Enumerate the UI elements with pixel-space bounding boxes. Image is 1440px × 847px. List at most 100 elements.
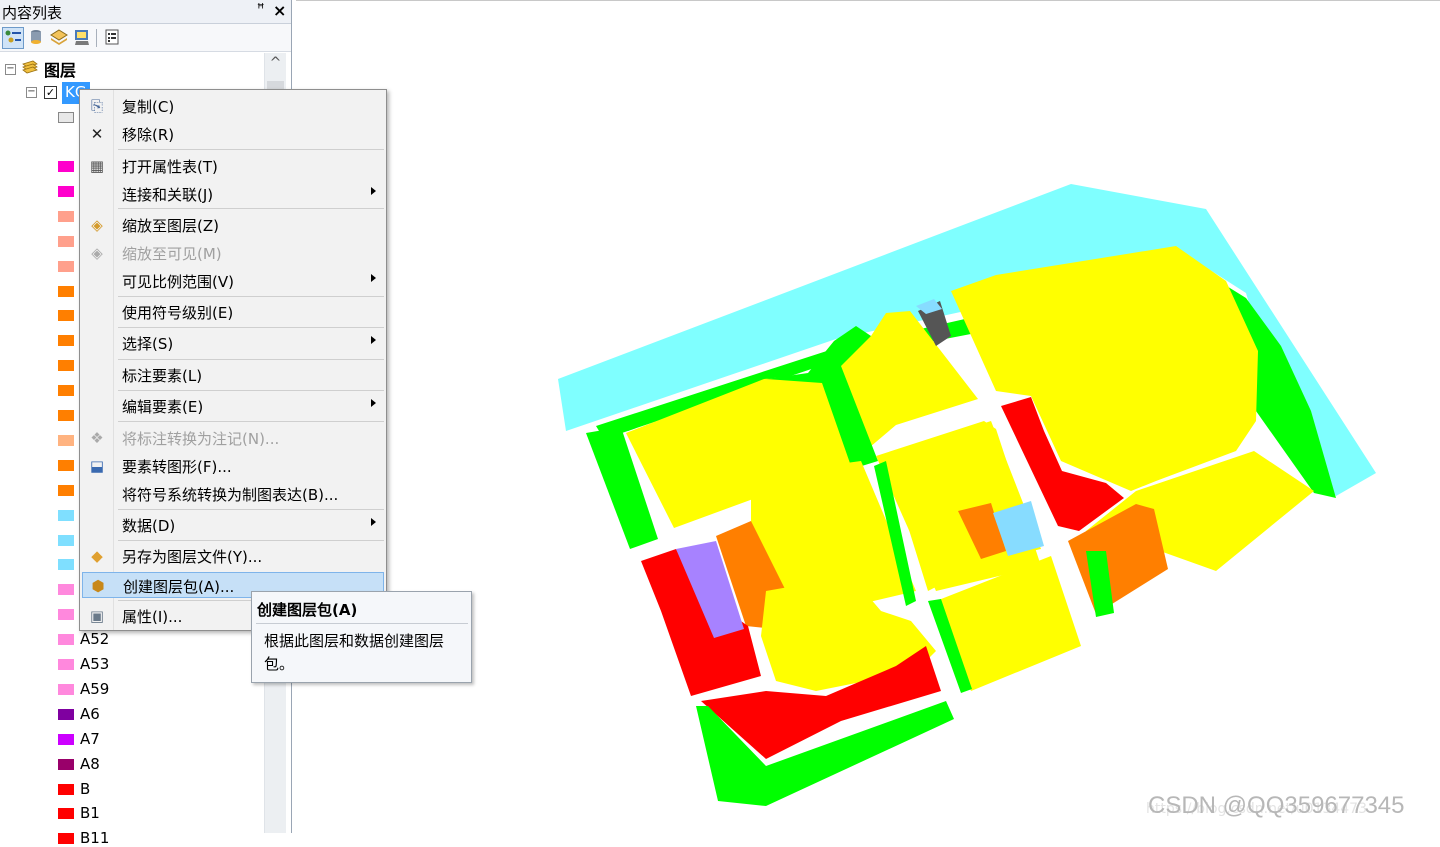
legend-swatch[interactable] <box>58 385 74 397</box>
menu-item-label: 创建图层包(A)... <box>123 578 235 596</box>
menu-item[interactable]: 标注要素(L) <box>82 362 384 388</box>
legend-swatch[interactable] <box>58 808 74 820</box>
menu-item[interactable]: 连接和关联(J) <box>82 181 384 207</box>
legend-swatch[interactable] <box>58 335 74 347</box>
features-to-graphics-icon: ⬓ <box>89 457 105 475</box>
menu-item-label: 移除(R) <box>122 126 175 144</box>
legend-swatch[interactable] <box>58 634 74 646</box>
legend-label: A7 <box>80 729 100 748</box>
menu-item-label: 数据(D) <box>122 517 176 535</box>
menu-item-label: 选择(S) <box>122 335 174 353</box>
legend-swatch[interactable] <box>58 260 74 272</box>
collapse-layers-icon[interactable]: − <box>5 64 16 75</box>
legend-swatch[interactable] <box>58 410 74 421</box>
legend-swatch[interactable] <box>58 310 74 322</box>
zoom-to-visible-icon: ◈ <box>91 244 103 262</box>
legend-label: A6 <box>80 704 100 723</box>
legend-label: A52 <box>80 630 110 649</box>
submenu-arrow-icon <box>371 336 376 344</box>
legend-swatch[interactable] <box>58 708 74 720</box>
map-view[interactable]: https://blog.csdn.net/u0134473 CSDN @QQ3… <box>296 0 1440 833</box>
list-by-selection-icon[interactable] <box>72 27 94 49</box>
legend-label: B11 <box>80 829 110 847</box>
menu-item[interactable]: ⎘ 复制(C) <box>82 93 384 119</box>
toolbar-separator <box>96 29 97 47</box>
menu-separator <box>118 296 384 297</box>
zoom-to-layer-icon: ◈ <box>91 216 103 234</box>
menu-item-label: 复制(C) <box>122 98 175 116</box>
toc-toolbar <box>0 24 291 52</box>
legend-swatch[interactable] <box>58 783 74 795</box>
menu-item[interactable]: ▦ 打开属性表(T) <box>82 153 384 179</box>
toc-titlebar: 内容列表 ꟸ × <box>0 0 291 24</box>
menu-item[interactable]: ❖ 将标注转换为注记(N)... <box>82 425 384 451</box>
menu-item[interactable]: ⬓ 要素转图形(F)... <box>82 453 384 479</box>
menu-item[interactable]: ◈ 缩放至可见(M) <box>82 240 384 266</box>
scroll-up-icon[interactable]: ^ <box>265 55 286 77</box>
legend-swatch[interactable] <box>58 285 74 297</box>
save-layer-file-icon: ◆ <box>91 547 103 565</box>
collapse-layer-icon[interactable]: − <box>26 87 37 98</box>
legend-swatch[interactable] <box>58 683 74 695</box>
list-by-visibility-icon[interactable] <box>49 27 71 49</box>
legend-swatch-default <box>58 112 74 123</box>
menu-item-label: 打开属性表(T) <box>122 158 218 176</box>
legend-swatch[interactable] <box>58 534 74 546</box>
options-icon[interactable] <box>102 27 124 49</box>
menu-item[interactable]: ◈ 缩放至图层(Z) <box>82 212 384 238</box>
menu-item[interactable]: ◆ 另存为图层文件(Y)... <box>82 543 384 569</box>
legend-swatch[interactable] <box>58 434 74 446</box>
menu-item[interactable]: 选择(S) <box>82 330 384 356</box>
convert-labels-icon: ❖ <box>90 429 104 447</box>
menu-item-label: 使用符号级别(E) <box>122 304 234 322</box>
legend-swatch[interactable] <box>58 360 74 372</box>
legend-swatch[interactable] <box>58 185 74 197</box>
tooltip-title: 创建图层包(A) <box>257 601 358 619</box>
menu-item[interactable]: ✕ 移除(R) <box>82 121 384 147</box>
toc-title: 内容列表 <box>2 4 63 22</box>
menu-tooltip: 创建图层包(A) 根据此图层和数据创建图层包。 <box>251 591 472 683</box>
legend-swatch[interactable] <box>58 733 74 745</box>
list-by-drawing-order-icon[interactable] <box>2 27 24 49</box>
legend-swatch[interactable] <box>58 161 74 172</box>
layers-icon <box>21 60 39 74</box>
close-icon[interactable]: × <box>273 1 286 20</box>
legend-swatch[interactable] <box>58 235 74 247</box>
menu-item-label: 可见比例范围(V) <box>122 273 234 291</box>
menu-item-label: 将符号系统转换为制图表达(B)... <box>122 486 339 504</box>
menu-item-label: 标注要素(L) <box>122 367 203 385</box>
legend-label: A8 <box>80 754 100 773</box>
legend-swatch[interactable] <box>58 484 74 496</box>
layer-visibility-checkbox[interactable]: ✓ <box>44 86 57 99</box>
create-layer-package-icon: ⬢ <box>91 577 105 595</box>
submenu-arrow-icon <box>371 518 376 526</box>
pin-icon[interactable]: ꟸ <box>257 2 265 17</box>
menu-item-label: 属性(I)... <box>122 608 183 626</box>
legend-swatch[interactable] <box>58 509 74 521</box>
submenu-arrow-icon <box>371 274 376 282</box>
menu-item-label: 将标注转换为注记(N)... <box>122 430 280 448</box>
menu-item[interactable]: 数据(D) <box>82 512 384 538</box>
legend-swatch[interactable] <box>58 833 74 845</box>
menu-item[interactable]: 将符号系统转换为制图表达(B)... <box>82 481 384 507</box>
menu-item-label: 缩放至可见(M) <box>122 245 222 263</box>
submenu-arrow-icon <box>371 187 376 195</box>
legend-swatch[interactable] <box>58 210 74 222</box>
legend-swatch[interactable] <box>58 659 74 670</box>
menu-separator <box>118 390 384 391</box>
legend-swatch[interactable] <box>58 758 74 770</box>
tooltip-separator <box>256 623 468 624</box>
legend-swatch[interactable] <box>58 609 74 621</box>
legend-swatch[interactable] <box>58 559 74 571</box>
legend-swatch[interactable] <box>58 584 74 596</box>
menu-item[interactable]: 使用符号级别(E) <box>82 299 384 325</box>
list-by-source-icon[interactable] <box>26 27 48 49</box>
legend-label: B <box>80 779 91 798</box>
menu-item[interactable]: 可见比例范围(V) <box>82 268 384 294</box>
legend-label: B1 <box>80 804 100 823</box>
menu-separator <box>118 509 384 510</box>
legend-swatch[interactable] <box>58 459 74 471</box>
menu-separator <box>118 421 384 422</box>
menu-item[interactable]: 编辑要素(E) <box>82 393 384 419</box>
layers-root-label[interactable]: 图层 <box>44 57 76 81</box>
